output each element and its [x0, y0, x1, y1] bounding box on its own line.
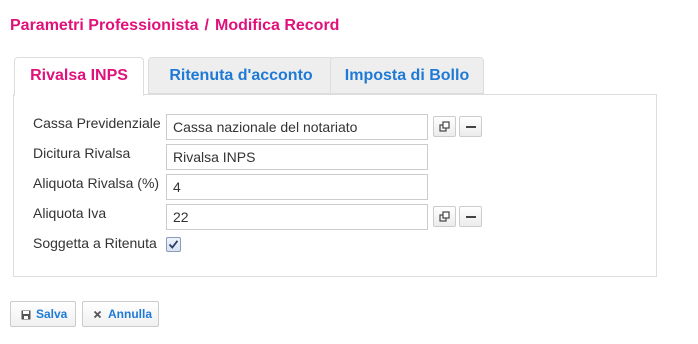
tab-label: Ritenuta d'acconto: [169, 67, 313, 84]
floppy-disk-icon: [21, 310, 31, 320]
save-button[interactable]: Salva: [10, 301, 76, 327]
open-lookup-icon: [439, 121, 450, 132]
cassa-previdenziale-open-button[interactable]: [433, 116, 456, 137]
dicitura-rivalsa-label: Dicitura Rivalsa: [33, 145, 131, 161]
soggetta-ritenuta-checkbox[interactable]: [166, 237, 181, 252]
aliquota-rivalsa-label: Aliquota Rivalsa (%): [33, 175, 160, 191]
soggetta-ritenuta-label: Soggetta a Ritenuta: [33, 235, 157, 251]
open-lookup-icon: [439, 211, 450, 222]
aliquota-iva-open-button[interactable]: [433, 206, 456, 227]
breadcrumb-separator: /: [204, 17, 209, 34]
save-button-label: Salva: [36, 307, 68, 321]
cassa-previdenziale-field[interactable]: [166, 114, 428, 140]
aliquota-iva-field[interactable]: [166, 204, 428, 230]
aliquota-iva-label: Aliquota Iva: [33, 205, 107, 221]
cancel-button-label: Annulla: [108, 307, 152, 321]
aliquota-iva-clear-button[interactable]: [459, 206, 482, 227]
minus-icon: [466, 126, 476, 128]
cassa-previdenziale-clear-button[interactable]: [459, 116, 482, 137]
close-icon: [93, 310, 102, 319]
breadcrumb-current: Modifica Record: [214, 17, 340, 34]
cancel-button[interactable]: Annulla: [82, 301, 159, 327]
tab-ritenuta-acconto[interactable]: Ritenuta d'acconto: [148, 57, 334, 94]
dicitura-rivalsa-field[interactable]: [166, 144, 428, 170]
breadcrumb: Parametri Professionista / Modifica Record: [10, 17, 339, 35]
tab-label: Rivalsa INPS: [30, 67, 128, 84]
tab-imposta-bollo[interactable]: Imposta di Bollo: [330, 57, 484, 94]
checkmark-icon: [168, 240, 179, 249]
tab-label: Imposta di Bollo: [344, 67, 470, 84]
breadcrumb-parent[interactable]: Parametri Professionista: [10, 17, 199, 34]
cassa-previdenziale-label: Cassa Previdenziale: [33, 115, 161, 131]
aliquota-rivalsa-field[interactable]: [166, 174, 428, 200]
tab-rivalsa-inps[interactable]: Rivalsa INPS: [14, 57, 144, 96]
minus-icon: [466, 216, 476, 218]
